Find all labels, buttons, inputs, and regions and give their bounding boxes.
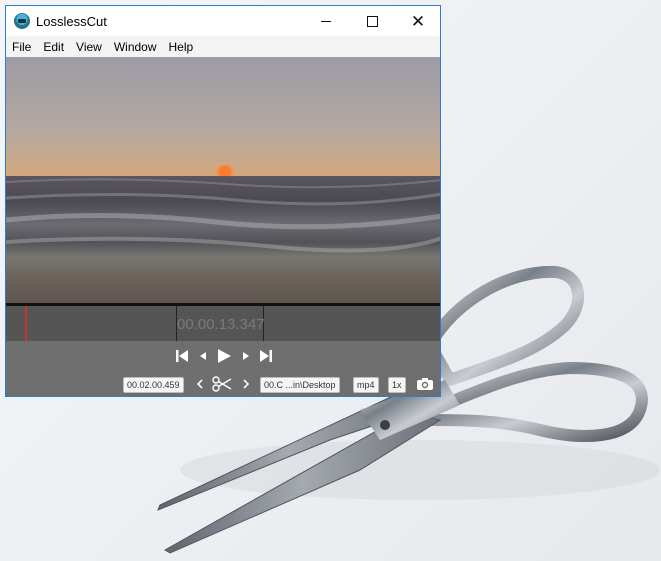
scissors-icon: [212, 376, 232, 392]
maximize-button[interactable]: [349, 6, 395, 36]
timeline[interactable]: 00.00.13.347: [6, 303, 440, 341]
playback-controls: [6, 347, 440, 365]
sea: [6, 176, 440, 303]
previous-frame-icon: [200, 352, 206, 360]
next-frame-icon: [243, 352, 249, 360]
controls-bar: 00.02.00.459 00.C ...in\Desktop mp4 1x: [6, 341, 440, 396]
close-button[interactable]: ✕: [395, 6, 440, 36]
title-bar[interactable]: LosslessCut ✕: [6, 6, 440, 36]
set-cut-start-button[interactable]: [194, 376, 206, 392]
losslesscut-window: LosslessCut ✕ File Edit View Window Help: [5, 5, 441, 397]
next-frame-button[interactable]: [239, 347, 253, 365]
output-directory-button[interactable]: 00.C ...in\Desktop: [260, 377, 340, 393]
play-icon: [218, 349, 231, 363]
minimize-button[interactable]: [303, 6, 349, 36]
menu-edit[interactable]: Edit: [37, 40, 70, 54]
menu-file[interactable]: File: [6, 40, 37, 54]
skip-to-end-button[interactable]: [258, 347, 274, 365]
playback-speed[interactable]: 1x: [388, 377, 406, 393]
set-cut-end-button[interactable]: [240, 376, 252, 392]
losslesscut-app-icon: [14, 13, 30, 29]
close-icon: ✕: [410, 11, 426, 31]
skip-to-start-icon: [176, 350, 188, 362]
camera-icon: [417, 378, 433, 390]
tool-row: 00.02.00.459 00.C ...in\Desktop mp4 1x: [6, 375, 440, 393]
window-title: LosslessCut: [36, 14, 107, 29]
maximize-icon: [366, 15, 378, 27]
playhead[interactable]: [25, 306, 27, 341]
video-preview[interactable]: [6, 57, 440, 303]
screenshot-button[interactable]: [415, 375, 435, 393]
set-cut-end-icon: [243, 379, 250, 389]
duration-field[interactable]: 00.02.00.459: [123, 377, 184, 393]
wave-lines: [6, 178, 440, 253]
format-selector[interactable]: mp4: [353, 377, 379, 393]
previous-frame-button[interactable]: [196, 347, 210, 365]
skip-to-end-icon: [260, 350, 272, 362]
minimize-icon: [321, 20, 331, 22]
menu-view[interactable]: View: [70, 40, 108, 54]
menu-help[interactable]: Help: [163, 40, 200, 54]
menu-window[interactable]: Window: [108, 40, 163, 54]
cut-button[interactable]: [211, 375, 233, 393]
menu-bar: File Edit View Window Help: [6, 36, 440, 57]
set-cut-start-icon: [196, 379, 203, 389]
play-button[interactable]: [215, 347, 233, 365]
skip-to-start-button[interactable]: [174, 347, 190, 365]
current-time: 00.00.13.347: [177, 316, 265, 333]
